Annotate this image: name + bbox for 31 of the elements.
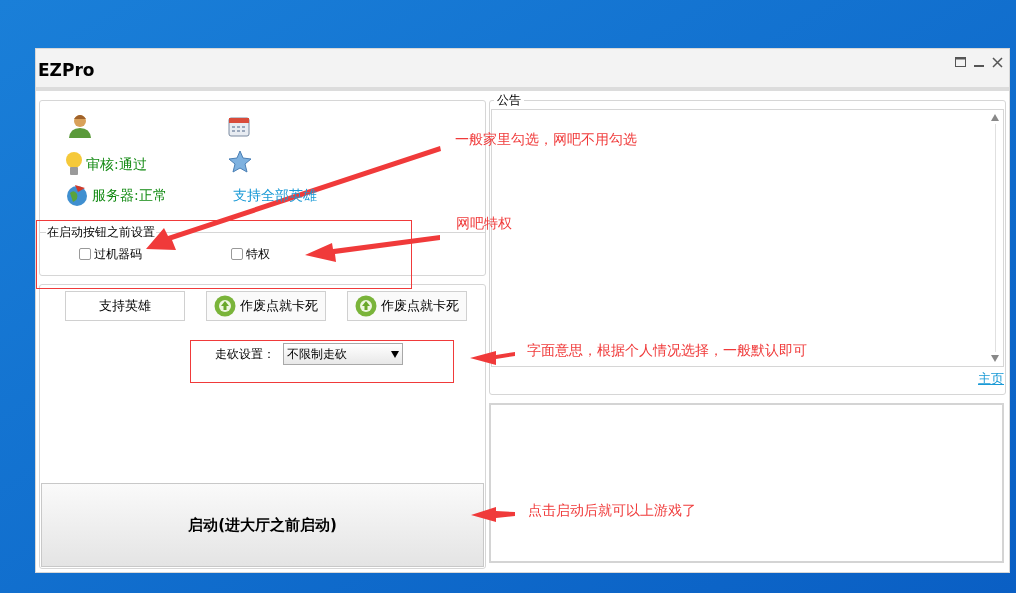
annotation-arrow: [471, 507, 515, 522]
start-button[interactable]: 启动(进大厅之前启动): [41, 483, 484, 567]
annotation-text: 网吧特权: [456, 214, 512, 233]
scrollbar[interactable]: [990, 114, 1000, 362]
scroll-down-icon[interactable]: [991, 355, 999, 362]
group-title: 在启动按钮之前设置: [46, 224, 156, 241]
window-title: EZPro: [38, 62, 95, 79]
checkbox-label: 过机器码: [94, 246, 142, 263]
checkbox[interactable]: [231, 248, 243, 260]
light-bulb-icon: [65, 151, 83, 177]
status-text: 服务器:正常: [92, 185, 167, 205]
user-icon: [68, 113, 92, 139]
annotation-arrow: [470, 351, 515, 365]
dropdown-arrow-icon: [391, 350, 399, 358]
globe-icon: [65, 183, 89, 207]
restore-icon[interactable]: [955, 57, 966, 67]
star-icon: [228, 150, 252, 173]
group-title: 公告: [496, 92, 522, 109]
support-heroes-button[interactable]: 支持英雄: [65, 291, 185, 321]
calendar-icon: [228, 115, 250, 137]
annotation-text: 点击启动后就可以上游戏了: [528, 501, 696, 520]
status-text: 审核:通过: [86, 154, 147, 174]
close-icon[interactable]: [992, 57, 1003, 68]
checkbox[interactable]: [79, 248, 91, 260]
walk-setting-label: 走砍设置：: [215, 346, 275, 363]
action-button[interactable]: 作废点就卡死: [206, 291, 326, 321]
annotation-text: 字面意思，根据个人情况选择，一般默认即可: [527, 341, 807, 360]
checkbox-label: 特权: [246, 246, 270, 263]
walk-setting-dropdown[interactable]: 不限制走砍: [283, 343, 403, 365]
annotation-text: 一般家里勾选，网吧不用勾选: [455, 130, 637, 149]
action-button[interactable]: 作废点就卡死: [347, 291, 467, 321]
